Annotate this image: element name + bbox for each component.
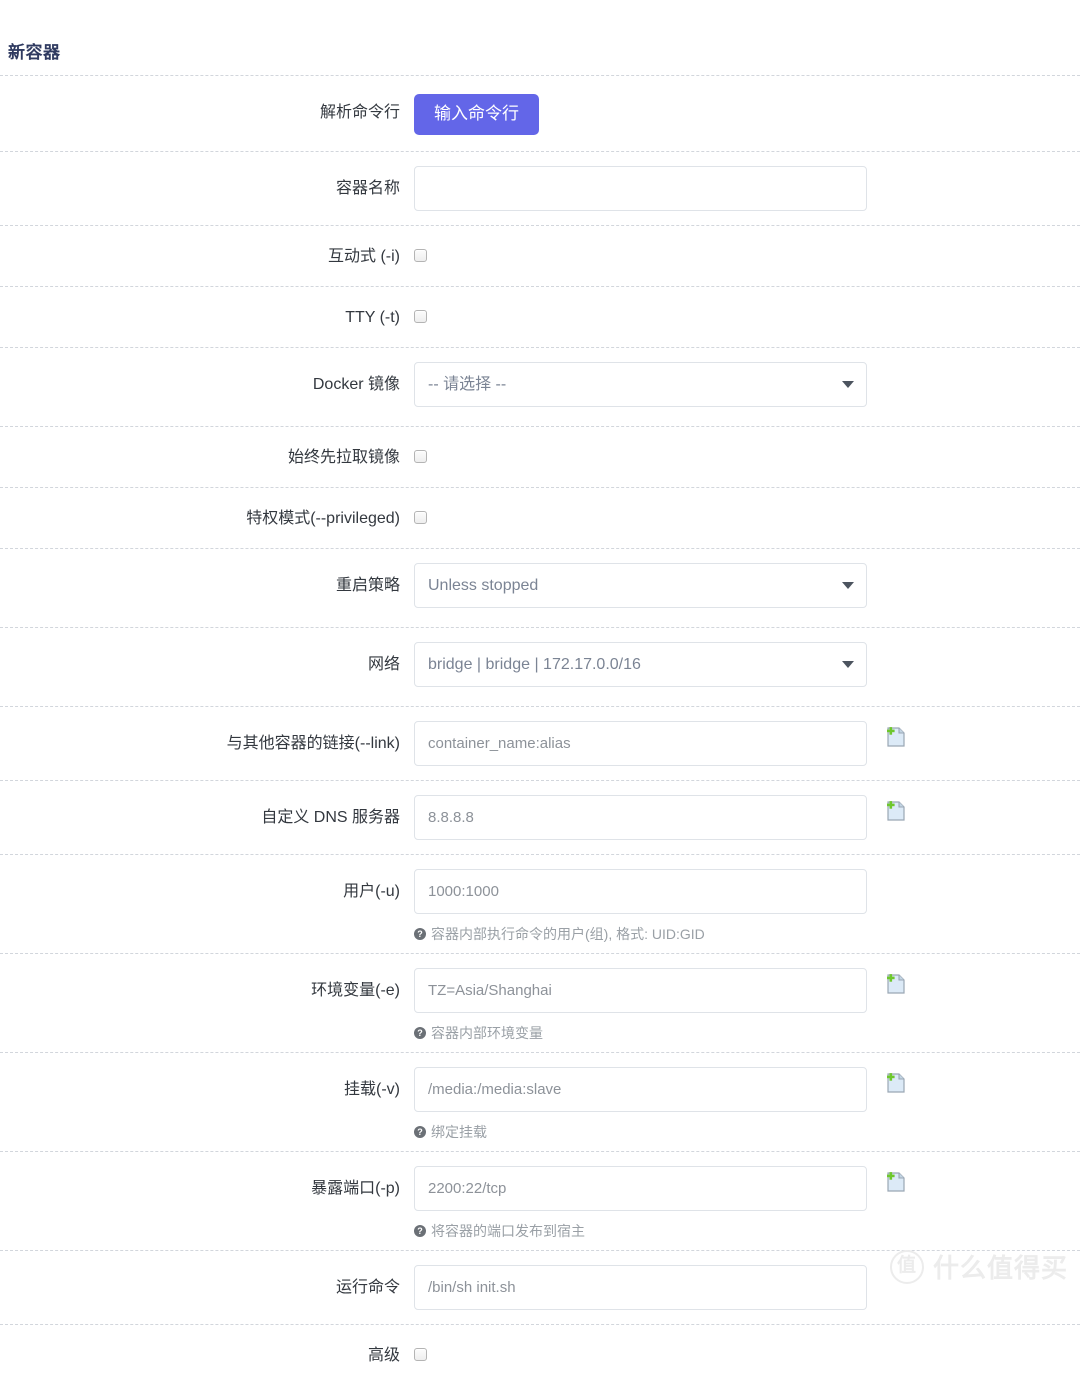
env-input[interactable] (414, 967, 867, 1013)
row-network: 网络 bridge | bridge | 172.17.0.0/16 (0, 626, 1080, 706)
row-container-name: 容器名称 (0, 150, 1080, 225)
user-help-label: 容器内部执行命令的用户(组), 格式: UID:GID (431, 925, 705, 942)
restart-policy-select-value: Unless stopped (414, 562, 867, 608)
ports-input[interactable] (414, 1165, 867, 1211)
row-privileged: 特权模式(--privileged) (0, 486, 1080, 548)
link-input[interactable] (414, 720, 867, 766)
label-volume: 挂载(-v) (344, 1080, 400, 1098)
row-restart-policy: 重启策略 Unless stopped (0, 547, 1080, 627)
row-parse-cmdline: 解析命令行 输入命令行 (0, 75, 1080, 151)
volume-input[interactable] (414, 1066, 867, 1112)
tty-checkbox[interactable] (414, 309, 427, 323)
row-tty: TTY (-t) (0, 285, 1080, 347)
row-link: 与其他容器的链接(--link) (0, 705, 1080, 780)
row-volume: 挂载(-v) ? 绑定挂载 (0, 1051, 1080, 1151)
ports-help-text: ? 将容器的端口发布到宿主 (414, 1222, 1080, 1240)
label-privileged: 特权模式(--privileged) (246, 509, 400, 527)
container-name-input[interactable] (414, 165, 867, 211)
row-dns: 自定义 DNS 服务器 (0, 779, 1080, 854)
row-ports: 暴露端口(-p) ? 将容器的端口发布到宿主 (0, 1150, 1080, 1250)
watermark-text: 什么值得买 (932, 1253, 1068, 1283)
label-link: 与其他容器的链接(--link) (226, 734, 400, 752)
env-help-text: ? 容器内部环境变量 (414, 1024, 1080, 1042)
add-document-icon[interactable] (884, 1170, 908, 1194)
control-interactive (414, 246, 1080, 264)
row-always-pull: 始终先拉取镜像 (0, 425, 1080, 487)
run-command-input[interactable] (414, 1264, 867, 1310)
label-always-pull: 始终先拉取镜像 (287, 448, 400, 466)
control-privileged (414, 508, 1080, 526)
control-parse-cmdline: 输入命令行 (414, 94, 1080, 135)
add-document-icon[interactable] (884, 725, 908, 749)
row-advanced: 高级 (0, 1323, 1080, 1385)
label-network: 网络 (367, 655, 400, 673)
add-document-icon[interactable] (884, 799, 908, 823)
env-help-label: 容器内部环境变量 (431, 1024, 543, 1041)
label-dns: 自定义 DNS 服务器 (261, 808, 400, 826)
label-advanced: 高级 (367, 1346, 400, 1364)
row-env: 环境变量(-e) ? 容器内部环境变量 (0, 952, 1080, 1052)
docker-image-select-value: -- 请选择 -- (414, 361, 867, 407)
label-interactive: 互动式 (-i) (328, 247, 400, 265)
row-interactive: 互动式 (-i) (0, 224, 1080, 286)
label-docker-image: Docker 镜像 (312, 375, 400, 393)
watermark-badge: 值 (889, 1249, 924, 1284)
control-link (414, 720, 1080, 766)
label-parse-cmdline: 解析命令行 (319, 104, 400, 121)
add-document-icon[interactable] (884, 1071, 908, 1095)
row-user: 用户(-u) ? 容器内部执行命令的用户(组), 格式: UID:GID (0, 853, 1080, 953)
control-docker-image: -- 请选择 -- (414, 361, 1080, 412)
label-user: 用户(-u) (343, 882, 400, 900)
new-container-form: 解析命令行 输入命令行 容器名称 互动式 (-i) TTY (-t) Docke… (0, 75, 1080, 1385)
label-env: 环境变量(-e) (311, 981, 400, 999)
docker-image-select[interactable]: -- 请选择 -- (414, 361, 867, 407)
row-docker-image: Docker 镜像 -- 请选择 -- (0, 346, 1080, 426)
control-advanced (414, 1345, 1080, 1363)
volume-help-text: ? 绑定挂载 (414, 1123, 1080, 1141)
label-ports: 暴露端口(-p) (311, 1179, 400, 1197)
label-restart-policy: 重启策略 (335, 576, 400, 594)
page-title: 新容器 (8, 43, 61, 62)
ports-help-label: 将容器的端口发布到宿主 (431, 1222, 585, 1239)
control-always-pull (414, 447, 1080, 465)
control-network: bridge | bridge | 172.17.0.0/16 (414, 641, 1080, 692)
control-dns (414, 794, 1080, 840)
control-user: ? 容器内部执行命令的用户(组), 格式: UID:GID (414, 868, 1080, 943)
add-document-icon[interactable] (884, 972, 908, 996)
control-ports: ? 将容器的端口发布到宿主 (414, 1165, 1080, 1240)
control-container-name (414, 165, 1080, 211)
label-run-command: 运行命令 (335, 1278, 400, 1296)
control-tty (414, 307, 1080, 325)
restart-policy-select[interactable]: Unless stopped (414, 562, 867, 608)
label-container-name: 容器名称 (335, 179, 400, 197)
label-tty: TTY (-t) (345, 308, 400, 326)
control-env: ? 容器内部环境变量 (414, 967, 1080, 1042)
control-restart-policy: Unless stopped (414, 562, 1080, 613)
network-select-value: bridge | bridge | 172.17.0.0/16 (414, 641, 867, 687)
user-help-text: ? 容器内部执行命令的用户(组), 格式: UID:GID (414, 925, 1080, 943)
control-volume: ? 绑定挂载 (414, 1066, 1080, 1141)
privileged-checkbox[interactable] (414, 510, 427, 524)
network-select[interactable]: bridge | bridge | 172.17.0.0/16 (414, 641, 867, 687)
help-icon: ? (414, 1224, 426, 1237)
advanced-checkbox[interactable] (414, 1347, 427, 1361)
interactive-checkbox[interactable] (414, 248, 427, 262)
help-icon: ? (414, 1026, 426, 1039)
help-icon: ? (414, 927, 426, 940)
volume-help-label: 绑定挂载 (431, 1123, 487, 1140)
enter-command-line-button[interactable]: 输入命令行 (414, 94, 539, 135)
help-icon: ? (414, 1125, 426, 1138)
watermark: 值 什么值得买 (889, 1248, 1068, 1285)
dns-input[interactable] (414, 794, 867, 840)
user-input[interactable] (414, 868, 867, 914)
always-pull-checkbox[interactable] (414, 449, 427, 463)
